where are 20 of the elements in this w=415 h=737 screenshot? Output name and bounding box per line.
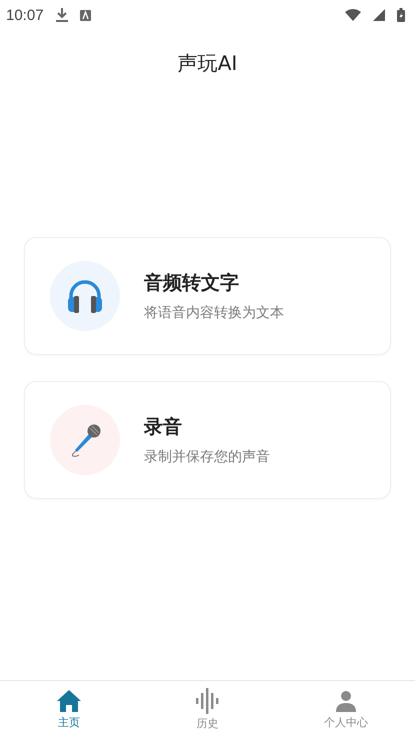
feature-subtitle: 录制并保存您的声音 [144, 448, 270, 466]
person-icon [334, 688, 358, 712]
home-icon [56, 688, 82, 712]
feature-card[interactable]: 录音 录制并保存您的声音 [24, 381, 391, 499]
feature-subtitle: 将语音内容转换为文本 [144, 304, 284, 322]
nav-tab[interactable]: 主页 [0, 681, 138, 737]
signal-icon [373, 9, 385, 21]
headphones-icon [66, 278, 104, 314]
download-icon [56, 8, 68, 22]
wifi-icon [345, 9, 361, 21]
battery-icon [397, 8, 405, 22]
feature-card[interactable]: 音频转文字 将语音内容转换为文本 [24, 237, 391, 355]
nav-tab[interactable]: 历史 [138, 681, 277, 737]
app-title: 声玩AI [176, 50, 238, 77]
feature-title: 录音 [144, 415, 183, 440]
nav-tab[interactable]: 个人中心 [276, 681, 415, 737]
status-time: 10:07 [6, 6, 44, 24]
app-notification-icon [80, 10, 91, 20]
sound-wave-icon [195, 688, 220, 714]
feature-title: 音频转文字 [144, 271, 240, 296]
